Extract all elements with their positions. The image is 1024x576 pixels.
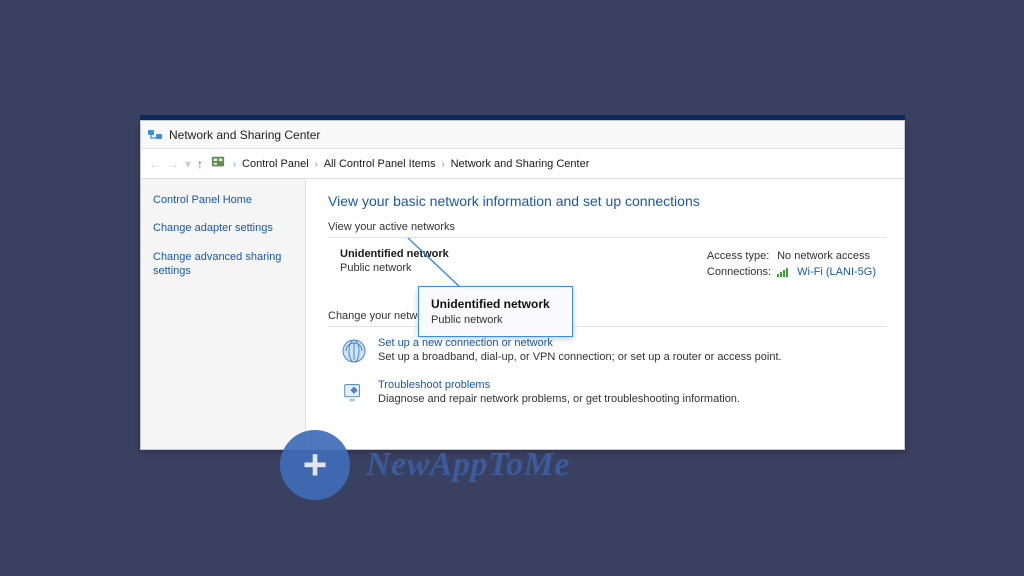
task-setup-connection: Set up a new connection or network Set u… xyxy=(328,337,886,365)
chevron-right-icon: › xyxy=(442,159,445,169)
network-name: Unidentified network xyxy=(340,248,449,260)
task-troubleshoot-title[interactable]: Troubleshoot problems xyxy=(378,379,740,391)
task-setup-title[interactable]: Set up a new connection or network xyxy=(378,337,782,349)
network-icon xyxy=(147,127,163,143)
titlebar: Network and Sharing Center xyxy=(141,121,904,149)
access-type-label: Access type: xyxy=(707,250,775,264)
breadcrumb: › Control Panel › All Control Panel Item… xyxy=(233,158,589,170)
forward-button[interactable]: → xyxy=(167,157,179,171)
wifi-signal-icon xyxy=(777,267,791,277)
connections-label: Connections: xyxy=(707,266,775,280)
sidebar: Control Panel Home Change adapter settin… xyxy=(141,179,306,449)
control-panel-icon xyxy=(211,155,225,172)
callout-subtitle: Public network xyxy=(431,314,560,326)
active-network-info: Unidentified network Public network xyxy=(340,248,449,282)
page-title: View your basic network information and … xyxy=(328,193,886,209)
breadcrumb-control-panel[interactable]: Control Panel xyxy=(242,158,309,170)
nav-buttons: ← → ▾ ↑ xyxy=(149,157,203,171)
callout-title: Unidentified network xyxy=(431,297,560,311)
network-callout: Unidentified network Public network xyxy=(418,286,573,337)
network-sharing-window: Network and Sharing Center ← → ▾ ↑ › Con… xyxy=(140,120,905,450)
address-bar: ← → ▾ ↑ › Control Panel › All Control Pa… xyxy=(141,149,904,179)
back-button[interactable]: ← xyxy=(149,157,161,171)
recent-dropdown-icon[interactable]: ▾ xyxy=(185,157,191,171)
change-settings-label: Change your network settings xyxy=(328,310,886,322)
connection-link[interactable]: Wi-Fi (LANI-5G) xyxy=(797,266,876,278)
active-networks-label: View your active networks xyxy=(328,221,886,233)
active-network-row: Unidentified network Public network Acce… xyxy=(328,248,886,292)
sidebar-control-panel-home[interactable]: Control Panel Home xyxy=(153,193,293,207)
access-info: Access type: No network access Connectio… xyxy=(705,248,882,282)
chevron-right-icon: › xyxy=(233,159,236,169)
sidebar-advanced-sharing[interactable]: Change advanced sharing settings xyxy=(153,250,293,279)
task-troubleshoot-desc: Diagnose and repair network problems, or… xyxy=(378,393,740,405)
sidebar-change-adapter[interactable]: Change adapter settings xyxy=(153,221,293,235)
breadcrumb-all-items[interactable]: All Control Panel Items xyxy=(324,158,436,170)
troubleshoot-icon xyxy=(340,379,368,407)
chevron-right-icon: › xyxy=(315,159,318,169)
task-troubleshoot: Troubleshoot problems Diagnose and repai… xyxy=(328,379,886,407)
task-setup-desc: Set up a broadband, dial-up, or VPN conn… xyxy=(378,351,782,363)
main-content: View your basic network information and … xyxy=(306,179,904,449)
network-type: Public network xyxy=(340,262,449,274)
access-type-value: No network access xyxy=(777,250,880,264)
divider xyxy=(328,326,886,327)
up-button[interactable]: ↑ xyxy=(197,157,203,171)
divider xyxy=(328,237,886,238)
window-title: Network and Sharing Center xyxy=(169,128,320,142)
setup-connection-icon xyxy=(340,337,368,365)
breadcrumb-current[interactable]: Network and Sharing Center xyxy=(451,158,590,170)
watermark-text: NewAppToMe xyxy=(366,446,570,484)
